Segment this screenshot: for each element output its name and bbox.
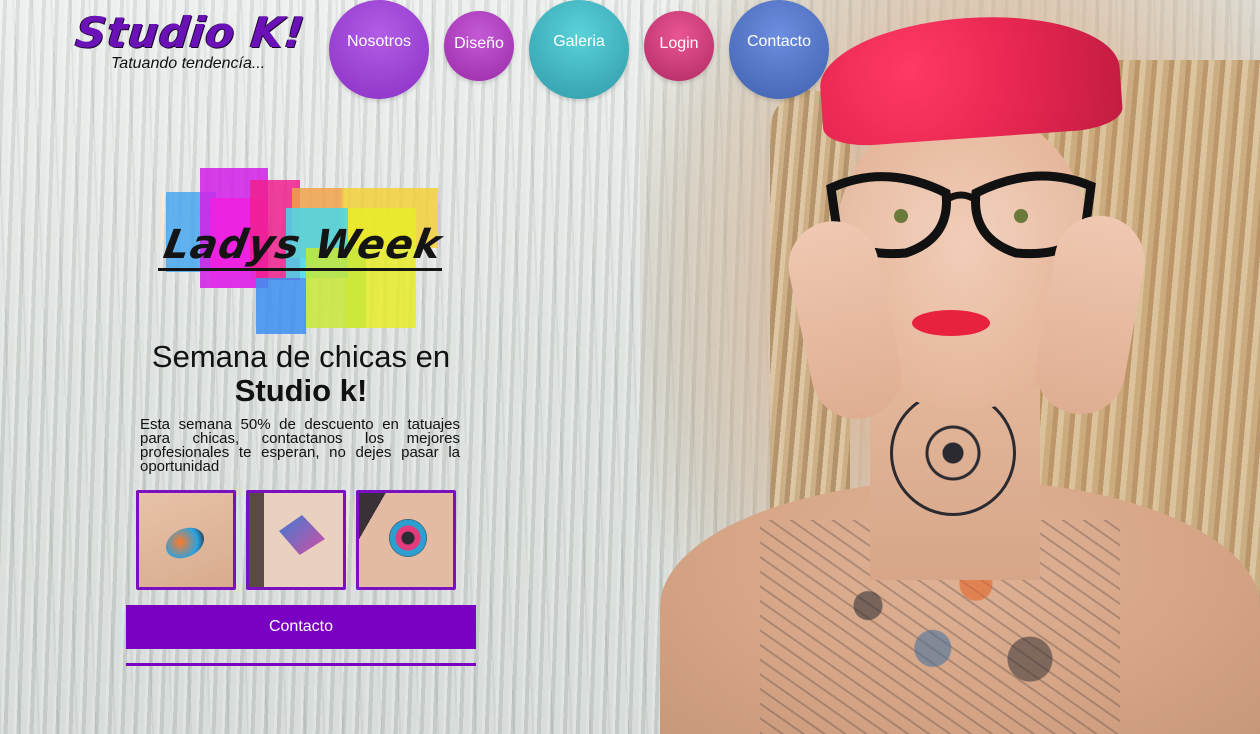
tattoo-thumbnail-watercolor-rose[interactable] xyxy=(356,490,456,590)
promo-headline-line1: Semana de chicas en xyxy=(151,339,451,374)
nav-contacto-button[interactable]: Contacto xyxy=(729,0,829,99)
ladys-week-underline xyxy=(158,268,442,271)
promo-headline-line2: Studio k! xyxy=(234,373,368,408)
nav-nosotros-label: Nosotros xyxy=(346,32,412,50)
nav-diseno-button[interactable]: Diseño xyxy=(444,11,514,81)
ladys-week-title: Ladys Week xyxy=(160,222,446,268)
site-tagline: Tatuando tendencía... xyxy=(111,55,266,72)
promo-description: Esta semana 50% de descuento en tatuajes… xyxy=(140,416,460,475)
promo-contact-button[interactable]: Contacto xyxy=(126,605,476,649)
nav-login-button[interactable]: Login xyxy=(644,11,714,81)
nav-galeria-label: Galeria xyxy=(553,32,605,50)
hero-photo-lips xyxy=(912,310,990,336)
nav-galeria-button[interactable]: Galeria xyxy=(529,0,629,99)
nav-diseno-label: Diseño xyxy=(454,35,504,52)
nav-login-label: Login xyxy=(659,35,699,52)
nav-contacto-label: Contacto xyxy=(746,32,812,50)
promo-headline: Semana de chicas en Studio k! xyxy=(126,340,476,408)
tattoo-thumbnail-geometric-bird[interactable] xyxy=(246,490,346,590)
promo-divider xyxy=(126,663,476,666)
nav-nosotros-button[interactable]: Nosotros xyxy=(329,0,429,99)
site-logo[interactable]: Studio K! xyxy=(73,8,307,57)
tattoo-thumbnail-watercolor-forearm[interactable] xyxy=(136,490,236,590)
